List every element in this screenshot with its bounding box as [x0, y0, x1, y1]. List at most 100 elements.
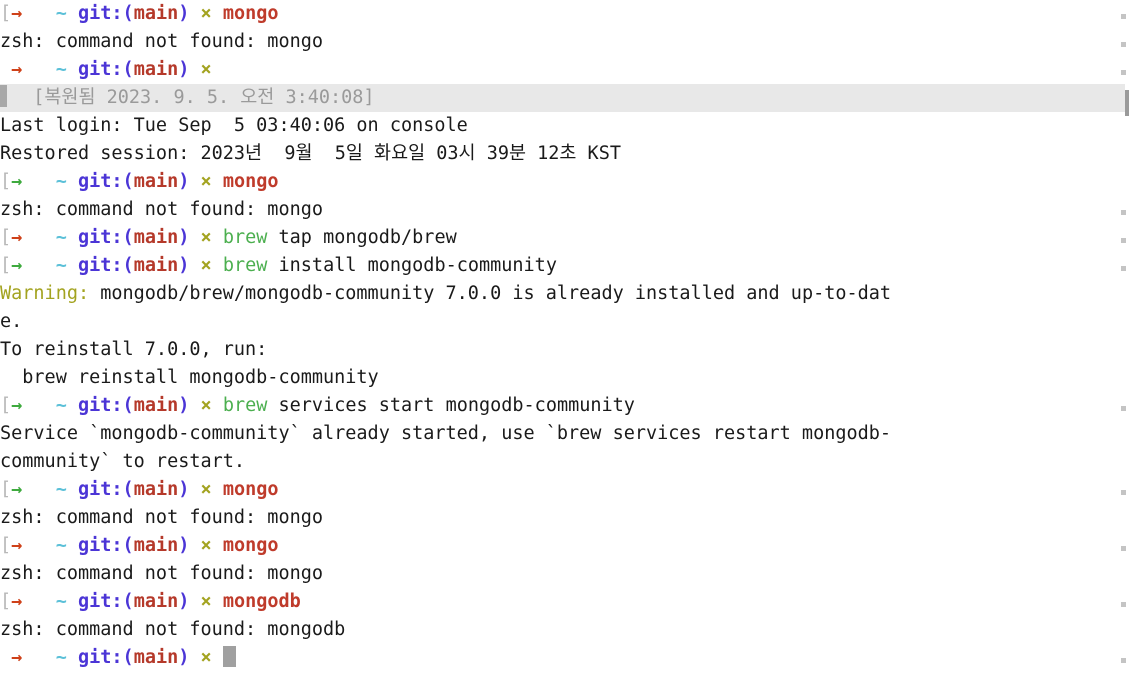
git-branch-name: main — [133, 255, 179, 276]
prompt-gap4 — [212, 171, 223, 192]
prompt-path: ~ — [55, 395, 67, 416]
prompt-gap3 — [189, 591, 200, 612]
terminal-prompt-line: [→ ~ git:(main) × brew install mongodb-c… — [0, 252, 1130, 280]
prompt-gap3 — [189, 479, 200, 500]
prompt-gap4 — [212, 479, 223, 500]
prompt-bracket: [ — [0, 479, 12, 500]
terminal-output-line: Service `mongodb-community` already star… — [0, 420, 1130, 448]
prompt-gap3 — [189, 647, 200, 668]
command-name: mongo — [222, 535, 279, 556]
prompt-gap — [22, 535, 55, 556]
prompt-bracket: [ — [0, 255, 12, 276]
prompt-bracket — [0, 647, 11, 668]
prompt-gap3 — [189, 395, 200, 416]
prompt-gap4 — [212, 3, 223, 24]
prompt-bracket — [0, 59, 11, 80]
prompt-bracket: [ — [0, 591, 12, 612]
prompt-gap4 — [212, 227, 223, 248]
git-dirty-icon: × — [200, 395, 212, 416]
command-name: brew — [222, 255, 268, 276]
prompt-gap — [22, 591, 55, 612]
git-dirty-icon: × — [200, 479, 212, 500]
git-branch-name: main — [133, 59, 179, 80]
git-branch-name: main — [133, 647, 179, 668]
terminal-output-line: Last login: Tue Sep 5 03:40:06 on consol… — [0, 112, 1130, 140]
prompt-arrow-icon: → — [11, 395, 23, 416]
prompt-arrow-icon: → — [11, 255, 23, 276]
git-label-close: ) — [178, 647, 190, 668]
prompt-gap3 — [189, 255, 200, 276]
terminal-output-line: brew reinstall mongodb-community — [0, 364, 1130, 392]
terminal-output-line: zsh: command not found: mongo — [0, 560, 1130, 588]
terminal-window[interactable]: [→ ~ git:(main) × mongo zsh: command not … — [0, 0, 1130, 684]
command-args: install mongodb-community — [267, 255, 557, 276]
git-dirty-icon: × — [200, 255, 212, 276]
git-label-close: ) — [178, 255, 190, 276]
command-name: brew — [222, 395, 268, 416]
output-text: community` to restart. — [0, 451, 246, 472]
command-name: brew — [222, 227, 268, 248]
git-dirty-icon: × — [200, 535, 212, 556]
prompt-arrow-icon: → — [11, 227, 23, 248]
prompt-arrow-icon: → — [11, 591, 23, 612]
git-label-close: ) — [178, 479, 190, 500]
git-branch-name: main — [133, 535, 179, 556]
prompt-path: ~ — [55, 647, 67, 668]
warning-text: mongodb/brew/mongodb-community 7.0.0 is … — [89, 283, 892, 304]
terminal-output-line: zsh: command not found: mongo — [0, 28, 1130, 56]
prompt-gap2 — [67, 535, 78, 556]
command-args: services start mongodb-community — [267, 395, 635, 416]
prompt-gap — [22, 171, 55, 192]
prompt-gap4 — [212, 535, 223, 556]
prompt-path: ~ — [55, 255, 67, 276]
banner-text: [복원됨 2023. 9. 5. 오전 3:40:08] — [11, 87, 375, 108]
command-name: mongo — [222, 171, 279, 192]
terminal-screen[interactable]: [→ ~ git:(main) × mongo zsh: command not … — [0, 0, 1130, 672]
output-text: To reinstall 7.0.0, run: — [0, 339, 268, 360]
prompt-gap2 — [67, 59, 78, 80]
prompt-path: ~ — [55, 535, 67, 556]
prompt-bracket: [ — [0, 171, 12, 192]
git-label-close: ) — [178, 227, 190, 248]
git-branch-name: main — [133, 395, 179, 416]
prompt-gap3 — [189, 3, 200, 24]
prompt-arrow-icon: → — [11, 479, 23, 500]
terminal-prompt-line: [→ ~ git:(main) × mongo — [0, 532, 1130, 560]
text-cursor[interactable] — [222, 646, 236, 667]
prompt-gap3 — [189, 171, 200, 192]
terminal-output-line: zsh: command not found: mongo — [0, 504, 1130, 532]
prompt-gap — [22, 255, 55, 276]
prompt-path: ~ — [55, 171, 67, 192]
terminal-prompt-line: [→ ~ git:(main) × mongodb — [0, 588, 1130, 616]
terminal-output-line: To reinstall 7.0.0, run: — [0, 336, 1130, 364]
prompt-gap — [22, 227, 55, 248]
git-label: git:( — [77, 227, 134, 248]
output-text: Service `mongodb-community` already star… — [0, 423, 892, 444]
git-label: git:( — [77, 535, 134, 556]
git-label: git:( — [77, 591, 134, 612]
prompt-arrow-icon: → — [11, 535, 23, 556]
terminal-output-line: zsh: command not found: mongodb — [0, 616, 1130, 644]
prompt-arrow-icon: → — [11, 3, 23, 24]
prompt-gap2 — [67, 591, 78, 612]
command-args: tap mongodb/brew — [267, 227, 457, 248]
output-text: zsh: command not found: mongo — [0, 563, 324, 584]
git-dirty-icon: × — [200, 227, 212, 248]
git-branch-name: main — [133, 227, 179, 248]
output-text: brew reinstall mongodb-community — [0, 367, 379, 388]
prompt-gap3 — [189, 535, 200, 556]
git-label: git:( — [77, 479, 134, 500]
terminal-prompt-line: [→ ~ git:(main) × brew tap mongodb/brew — [0, 224, 1130, 252]
prompt-path: ~ — [55, 59, 67, 80]
prompt-path: ~ — [55, 3, 67, 24]
command-name: mongo — [222, 479, 279, 500]
prompt-gap2 — [67, 171, 78, 192]
git-label-close: ) — [178, 395, 190, 416]
prompt-gap — [22, 479, 55, 500]
git-branch-name: main — [133, 479, 179, 500]
git-dirty-icon: × — [200, 3, 212, 24]
prompt-gap2 — [67, 3, 78, 24]
git-label: git:( — [77, 59, 134, 80]
git-branch-name: main — [133, 3, 179, 24]
warning-label: Warning: — [0, 283, 90, 304]
